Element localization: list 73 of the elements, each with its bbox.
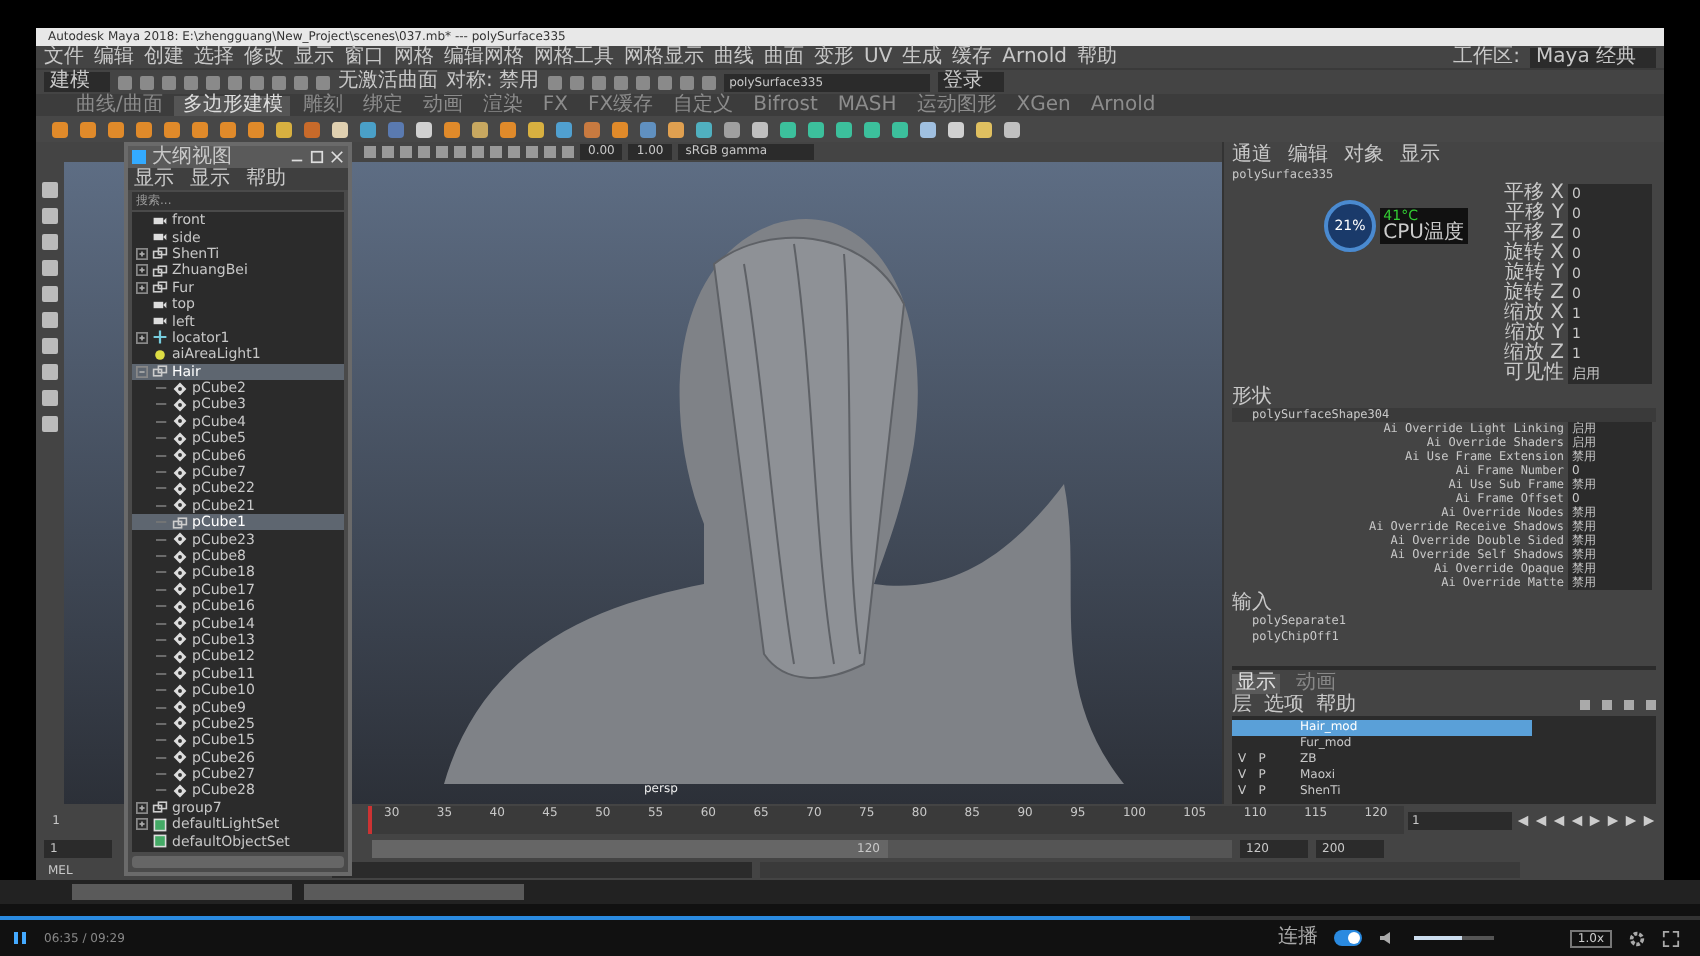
channel-label: 旋转 X [1501, 244, 1564, 264]
group-icon [172, 515, 188, 530]
menu-item[interactable]: 创建 [144, 47, 184, 67]
layer-menu-item[interactable]: 选项 [1264, 695, 1304, 715]
menu-item[interactable]: 网格显示 [624, 47, 704, 67]
cpu-temperature-label: CPU温度 [1383, 224, 1464, 244]
autoplay-label: 连播 [1277, 928, 1318, 948]
menu-item[interactable]: 选择 [194, 47, 234, 67]
menu-item[interactable]: 帮助 [1077, 47, 1118, 67]
settings-icon[interactable] [1628, 929, 1646, 947]
layer-editor-tab[interactable]: 显示 [1232, 673, 1280, 693]
channel-box-menu-item[interactable]: 编辑 [1288, 146, 1328, 166]
outliner-menu-item[interactable]: 帮助 [246, 169, 286, 189]
menu-item[interactable]: UV [864, 47, 893, 67]
layer-menu-item[interactable]: 层 [1232, 695, 1252, 715]
expand-icon[interactable] [136, 281, 148, 294]
expand-icon[interactable] [136, 801, 148, 814]
shelf-tab[interactable]: 多边形建模 [174, 95, 291, 115]
symmetry-label[interactable]: 对称: 禁用 [446, 72, 540, 92]
collapse-icon[interactable] [136, 365, 148, 378]
channel-label: 可见性 [1502, 364, 1564, 384]
channel-label: 旋转 Z [1501, 284, 1564, 304]
section-header: 形状 [1232, 388, 1274, 408]
channel-box-menu-item[interactable]: 对象 [1344, 146, 1384, 166]
channel-box-menu-item[interactable]: 显示 [1400, 146, 1440, 166]
horizontal-scrollbar[interactable] [132, 856, 344, 868]
mode-dropdown[interactable]: 建模 [44, 72, 110, 92]
live-surface-label[interactable]: 无激活曲面 [338, 72, 438, 92]
outliner-menu-item[interactable]: 显示 [134, 169, 174, 189]
menu-item[interactable]: 网格 [394, 47, 434, 67]
menu-item[interactable]: 网格工具 [534, 47, 614, 67]
expand-icon[interactable] [136, 331, 148, 344]
menu-item[interactable]: 文件 [44, 47, 84, 67]
locator-icon [152, 330, 168, 345]
menu-item[interactable]: 缓存 [952, 47, 993, 67]
channel-label: 平移 Z [1501, 224, 1564, 244]
expand-icon[interactable] [136, 818, 148, 831]
outliner-menu-item[interactable]: 显示 [190, 169, 230, 189]
close-button[interactable] [330, 150, 344, 164]
fullscreen-icon[interactable] [1662, 929, 1680, 947]
window-title: 大纲视图 [152, 147, 232, 167]
channel-box-menu-item[interactable]: 通道 [1232, 146, 1272, 166]
channel-label: 缩放 Y [1505, 324, 1564, 344]
menu-item[interactable]: 曲线 [714, 47, 754, 67]
channel-label: 平移 X [1501, 184, 1564, 204]
menu-item[interactable]: 变形 [814, 47, 854, 67]
group-icon [152, 800, 168, 815]
channel-label: 缩放 X [1501, 304, 1564, 324]
group-icon [152, 364, 168, 379]
menu-item[interactable]: 显示 [294, 47, 334, 67]
layer-menu-item[interactable]: 帮助 [1316, 695, 1356, 715]
menu-item[interactable]: 窗口 [344, 47, 384, 67]
channel-label: 旋转 Y [1505, 264, 1564, 284]
menu-item[interactable]: 生成 [902, 47, 943, 67]
workspace-dropdown[interactable]: Maya 经典 [1530, 47, 1656, 67]
menu-item[interactable]: Arnold [1002, 47, 1068, 67]
expand-icon[interactable] [136, 247, 148, 260]
expand-icon[interactable] [136, 264, 148, 277]
menu-item[interactable]: 曲面 [764, 47, 804, 67]
menu-item[interactable]: 编辑网格 [444, 47, 524, 67]
workspace-label: 工作区: [1453, 47, 1521, 67]
app-icon [132, 150, 146, 164]
menu-item[interactable]: 修改 [244, 47, 284, 67]
maximize-button[interactable] [310, 150, 324, 164]
pause-button[interactable] [12, 930, 28, 946]
light-icon [152, 347, 168, 362]
account-dropdown[interactable]: 登录 [937, 72, 1004, 92]
command-input-field[interactable] [332, 862, 753, 878]
channel-label: 缩放 Z [1501, 344, 1564, 364]
section-header: 输入 [1232, 594, 1274, 614]
channel-label: 平移 Y [1505, 204, 1564, 224]
autoplay-toggle[interactable] [1333, 930, 1362, 946]
menu-item[interactable]: 编辑 [94, 47, 134, 67]
